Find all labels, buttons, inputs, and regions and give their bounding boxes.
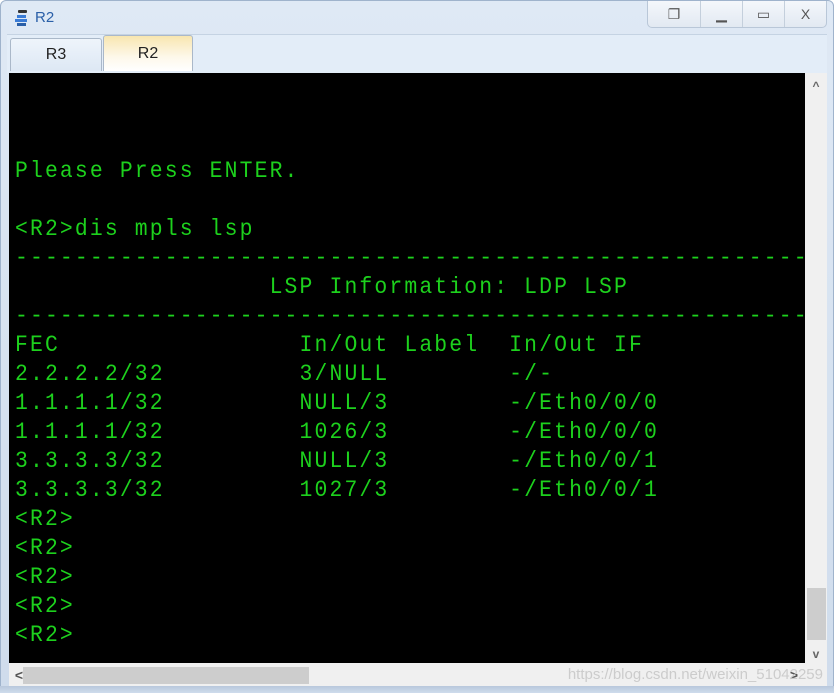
watermark: https://blog.csdn.net/weixin_51042259 bbox=[567, 666, 823, 683]
terminal-line: 1.1.1.1/32 1026/3 -/Eth0/0/0 bbox=[15, 419, 659, 445]
terminal-line: ----------------------------------------… bbox=[15, 245, 805, 271]
tab-bar: R3 R2 bbox=[7, 34, 827, 73]
window-controls: ❐ ▁ ▭ X bbox=[647, 1, 827, 28]
terminal-window: R2 ❐ ▁ ▭ X R3 R2 Please Press ENTER. <R2>… bbox=[0, 0, 834, 693]
restore-layout-button[interactable]: ❐ bbox=[648, 1, 700, 27]
close-icon: X bbox=[800, 6, 811, 22]
terminal-line: Please Press ENTER. bbox=[15, 158, 300, 184]
horizontal-scroll-thumb[interactable] bbox=[23, 667, 309, 684]
maximize-button[interactable]: ▭ bbox=[742, 1, 784, 27]
scroll-down-button[interactable]: v bbox=[805, 643, 827, 665]
terminal-line: 2.2.2.2/32 3/NULL -/- bbox=[15, 361, 555, 387]
terminal-line: <R2> bbox=[15, 564, 75, 590]
minimize-icon: ▁ bbox=[716, 5, 727, 22]
terminal-line: LSP Information: LDP LSP bbox=[15, 274, 629, 300]
terminal-output: Please Press ENTER. <R2>dis mpls lsp -----… bbox=[15, 157, 805, 650]
terminal-console[interactable]: Please Press ENTER. <R2>dis mpls lsp -----… bbox=[9, 73, 805, 663]
terminal-line: <R2> bbox=[15, 506, 75, 532]
vertical-scroll-thumb[interactable] bbox=[807, 588, 826, 640]
terminal-line: 1.1.1.1/32 NULL/3 -/Eth0/0/0 bbox=[15, 390, 659, 416]
tab-label: R3 bbox=[45, 46, 67, 63]
chevron-left-icon: < bbox=[14, 667, 24, 683]
chevron-up-icon: ^ bbox=[812, 79, 820, 93]
close-button[interactable]: X bbox=[784, 1, 826, 27]
window-bottom-border bbox=[0, 686, 834, 693]
window-title: R2 bbox=[35, 9, 55, 26]
title-bar[interactable]: R2 ❐ ▁ ▭ X bbox=[1, 1, 833, 33]
vertical-scrollbar[interactable]: ^ v bbox=[805, 73, 827, 663]
chevron-down-icon: v bbox=[812, 647, 820, 661]
terminal-line: <R2>dis mpls lsp bbox=[15, 216, 255, 242]
tab-r3[interactable]: R3 bbox=[10, 38, 102, 71]
terminal-line: 3.3.3.3/32 NULL/3 -/Eth0/0/1 bbox=[15, 448, 659, 474]
maximize-icon: ▭ bbox=[756, 5, 771, 22]
scroll-up-button[interactable]: ^ bbox=[805, 75, 827, 97]
terminal-line: <R2> bbox=[15, 622, 75, 648]
terminal-line: 3.3.3.3/32 1027/3 -/Eth0/0/1 bbox=[15, 477, 659, 503]
terminal-line: ----------------------------------------… bbox=[15, 303, 805, 329]
tab-r2[interactable]: R2 bbox=[103, 35, 193, 71]
tab-label: R2 bbox=[137, 44, 159, 62]
cascade-windows-icon: ❐ bbox=[667, 5, 681, 22]
minimize-button[interactable]: ▁ bbox=[700, 1, 742, 27]
terminal-line: <R2> bbox=[15, 593, 75, 619]
terminal-line: FEC In/Out Label In/Out IF bbox=[15, 332, 644, 358]
network-device-icon bbox=[15, 10, 27, 26]
terminal-line: <R2> bbox=[15, 535, 75, 561]
